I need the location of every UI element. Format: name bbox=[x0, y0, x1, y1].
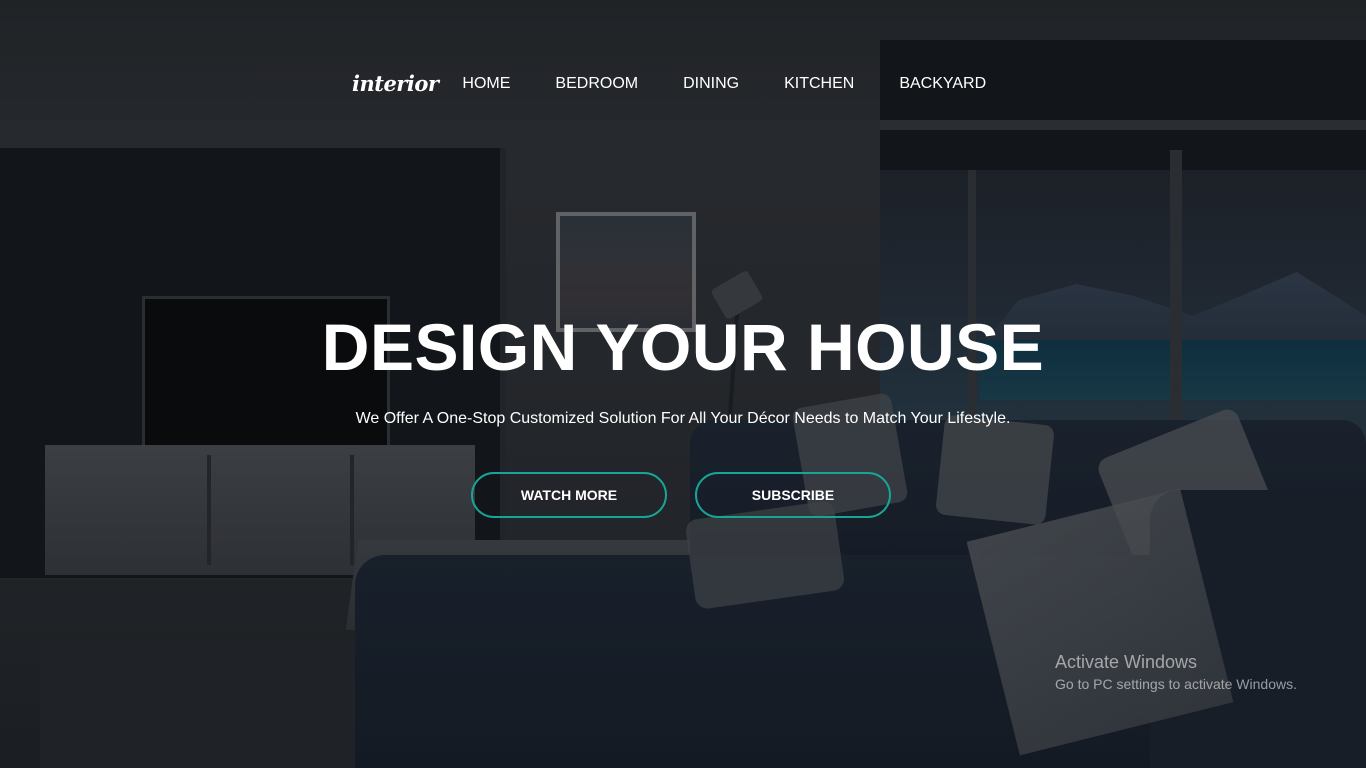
hero-subtitle: We Offer A One-Stop Customized Solution … bbox=[355, 410, 1011, 427]
nav-link-home[interactable]: HOME bbox=[462, 70, 510, 98]
hero-section: interior HOME BEDROOM DINING KITCHEN BAC… bbox=[0, 0, 1366, 768]
nav-link-bedroom[interactable]: BEDROOM bbox=[555, 70, 638, 98]
main-navigation: interior HOME BEDROOM DINING KITCHEN BAC… bbox=[352, 70, 986, 98]
watermark-subtitle: Go to PC settings to activate Windows. bbox=[1055, 676, 1297, 692]
hero-title: DESIGN YOUR HOUSE bbox=[321, 310, 1045, 384]
nav-link-dining[interactable]: DINING bbox=[683, 70, 739, 98]
brand-logo[interactable]: interior bbox=[352, 70, 439, 98]
nav-links: HOME BEDROOM DINING KITCHEN BACKYARD bbox=[462, 70, 986, 98]
watch-more-button[interactable]: WATCH MORE bbox=[471, 472, 667, 518]
watermark-title: Activate Windows bbox=[1055, 652, 1198, 672]
nav-link-backyard[interactable]: BACKYARD bbox=[899, 70, 986, 98]
nav-link-kitchen[interactable]: KITCHEN bbox=[784, 70, 854, 98]
subscribe-button[interactable]: SUBSCRIBE bbox=[695, 472, 891, 518]
activate-windows-watermark: Activate Windows Go to PC settings to ac… bbox=[1055, 651, 1297, 694]
